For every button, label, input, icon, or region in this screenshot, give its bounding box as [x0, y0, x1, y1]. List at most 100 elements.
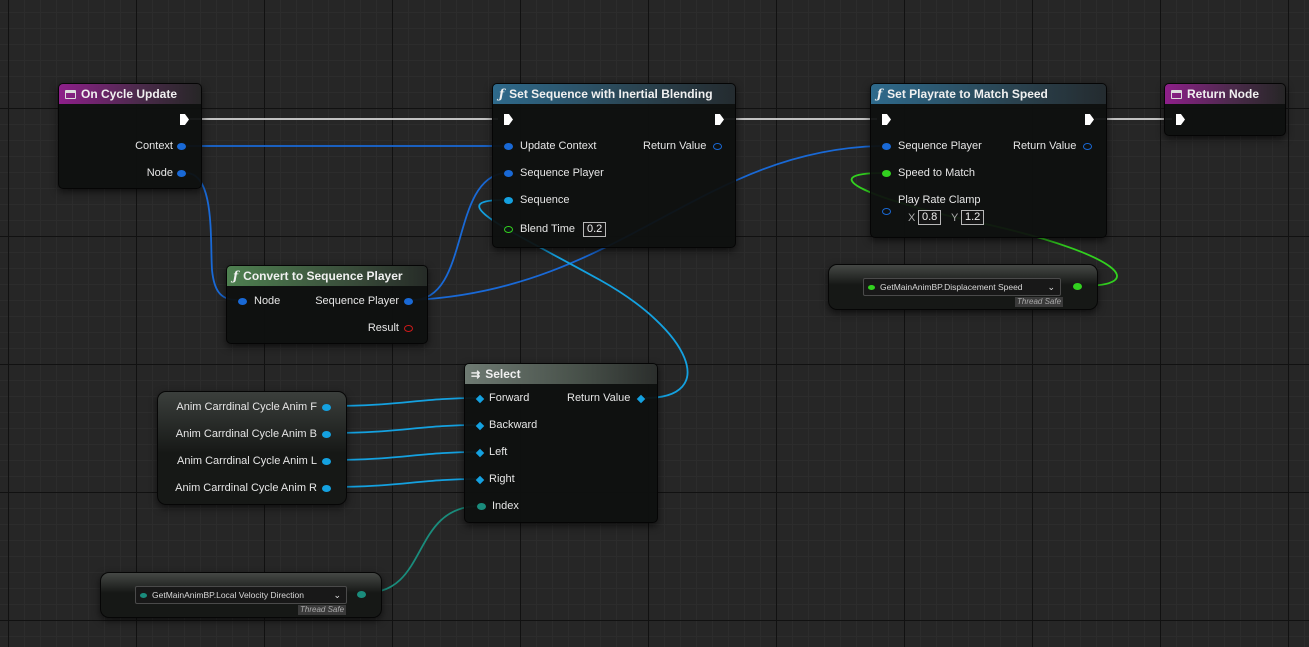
event-icon — [1171, 89, 1182, 99]
exec-in-pin[interactable] — [1176, 114, 1185, 125]
forward-pin[interactable] — [475, 394, 485, 404]
sequence-player-out-pin[interactable] — [404, 298, 413, 305]
exec-out-pin[interactable] — [180, 114, 189, 125]
select-icon: ⇉ — [471, 368, 481, 381]
sequence-player-pin[interactable] — [504, 170, 513, 177]
displacement-speed-label: GetMainAnimBP.Displacement Speed — [880, 282, 1023, 292]
clamp-y-input[interactable]: 1.2 — [961, 210, 985, 225]
update-context-label: Update Context — [520, 140, 597, 152]
sequence-player-pin[interactable] — [882, 143, 891, 150]
blend-time-pin[interactable] — [504, 226, 513, 233]
play-rate-clamp-pin[interactable] — [882, 208, 891, 215]
anim-r-wire — [330, 478, 480, 488]
backward-label: Backward — [489, 419, 538, 431]
sequence-player-label: Sequence Player — [315, 295, 399, 307]
thread-safe-badge: Thread Safe — [1015, 297, 1064, 307]
function-icon: ƒ — [877, 87, 883, 101]
index-wire — [364, 505, 481, 594]
convert-title: Convert to Sequence Player — [243, 269, 403, 283]
forward-label: Forward — [489, 392, 530, 404]
right-pin[interactable] — [475, 475, 485, 485]
return-node[interactable]: Return Node — [1164, 83, 1286, 136]
return-node-header[interactable]: Return Node — [1165, 84, 1285, 104]
exec-out-pin[interactable] — [1085, 114, 1094, 125]
result-pin[interactable] — [404, 325, 413, 332]
play-rate-clamp-label: Play Rate Clamp — [898, 194, 981, 206]
node-out-pin[interactable] — [177, 170, 186, 177]
return-value-pin[interactable] — [1083, 143, 1092, 150]
anim-var-f-label: Anim Carrdinal Cycle Anim F — [176, 401, 317, 413]
clamp-y-label: Y — [951, 212, 959, 224]
displacement-speed-out-pin[interactable] — [1073, 283, 1082, 290]
node-label: Node — [254, 295, 281, 307]
context-label: Context — [135, 140, 173, 152]
exec-in-pin[interactable] — [504, 114, 513, 125]
anim-variables-node[interactable]: Anim Carrdinal Cycle Anim F Anim Carrdin… — [157, 391, 347, 505]
thread-safe-badge: Thread Safe — [298, 605, 347, 615]
right-label: Right — [489, 473, 515, 485]
node-in-pin[interactable] — [238, 298, 247, 305]
index-label: Index — [492, 500, 519, 512]
anim-var-r-label: Anim Carrdinal Cycle Anim R — [175, 482, 317, 494]
return-value-pin[interactable] — [713, 143, 722, 150]
anim-l-wire — [330, 451, 480, 461]
return-value-label: Return Value — [643, 140, 707, 152]
event-icon — [65, 89, 76, 99]
convert-header[interactable]: ƒ Convert to Sequence Player — [227, 266, 427, 286]
convert-to-sequence-player-node[interactable]: ƒ Convert to Sequence Player Node Sequen… — [226, 265, 428, 344]
set-playrate-title: Set Playrate to Match Speed — [887, 87, 1048, 101]
sequence-pin[interactable] — [504, 197, 513, 204]
left-pin[interactable] — [475, 448, 485, 458]
anim-var-b-pin[interactable] — [322, 431, 331, 438]
anim-b-wire — [330, 424, 480, 434]
on-cycle-update-title: On Cycle Update — [81, 87, 178, 101]
anim-f-wire — [330, 397, 480, 407]
node-label: Node — [146, 167, 173, 179]
anim-var-b-label: Anim Carrdinal Cycle Anim B — [175, 428, 317, 440]
anim-var-f-pin[interactable] — [322, 404, 331, 411]
velocity-direction-getter[interactable]: GetMainAnimBP.Local Velocity Direction ⌄… — [100, 572, 382, 618]
index-pin[interactable] — [477, 503, 486, 510]
return-value-label: Return Value — [567, 392, 631, 404]
chevron-down-icon: ⌄ — [333, 589, 341, 600]
set-playrate-node[interactable]: ƒ Set Playrate to Match Speed Sequence P… — [870, 83, 1107, 238]
velocity-direction-label: GetMainAnimBP.Local Velocity Direction — [152, 590, 304, 600]
velocity-direction-dropdown[interactable]: GetMainAnimBP.Local Velocity Direction ⌄ — [135, 586, 347, 604]
exec-out-pin[interactable] — [715, 114, 724, 125]
update-context-pin[interactable] — [504, 143, 513, 150]
displacement-speed-dropdown[interactable]: GetMainAnimBP.Displacement Speed ⌄ — [863, 278, 1061, 296]
speed-to-match-pin[interactable] — [882, 170, 891, 177]
chevron-down-icon: ⌄ — [1047, 281, 1055, 292]
return-value-pin[interactable] — [636, 394, 646, 404]
displacement-speed-getter[interactable]: GetMainAnimBP.Displacement Speed ⌄ Threa… — [828, 264, 1098, 310]
context-out-pin[interactable] — [177, 143, 186, 150]
float-type-dot — [868, 284, 875, 290]
function-icon: ƒ — [499, 87, 505, 101]
set-sequence-title: Set Sequence with Inertial Blending — [509, 87, 713, 101]
select-header[interactable]: ⇉ Select — [465, 364, 657, 384]
speed-to-match-label: Speed to Match — [898, 167, 976, 179]
left-label: Left — [489, 446, 508, 458]
set-sequence-node[interactable]: ƒ Set Sequence with Inertial Blending Up… — [492, 83, 736, 248]
set-playrate-header[interactable]: ƒ Set Playrate to Match Speed — [871, 84, 1106, 104]
set-sequence-header[interactable]: ƒ Set Sequence with Inertial Blending — [493, 84, 735, 104]
anim-var-r-pin[interactable] — [322, 485, 331, 492]
blend-time-label: Blend Time — [520, 223, 576, 235]
anim-var-l-pin[interactable] — [322, 458, 331, 465]
sequence-player-label: Sequence Player — [898, 140, 982, 152]
velocity-direction-out-pin[interactable] — [357, 591, 366, 598]
on-cycle-update-header[interactable]: On Cycle Update — [59, 84, 201, 104]
select-title: Select — [485, 367, 521, 381]
backward-pin[interactable] — [475, 421, 485, 431]
blend-time-input[interactable]: 0.2 — [583, 222, 607, 237]
clamp-x-label: X — [908, 212, 916, 224]
exec-in-pin[interactable] — [882, 114, 891, 125]
sequence-player-label: Sequence Player — [520, 167, 604, 179]
return-value-label: Return Value — [1013, 140, 1077, 152]
function-icon: ƒ — [233, 269, 239, 283]
clamp-x-input[interactable]: 0.8 — [918, 210, 942, 225]
select-node[interactable]: ⇉ Select Forward Return Value Backward L… — [464, 363, 658, 523]
anim-var-l-label: Anim Carrdinal Cycle Anim L — [177, 455, 317, 467]
enum-type-dot — [140, 592, 147, 598]
on-cycle-update-node[interactable]: On Cycle Update Context Node — [58, 83, 202, 189]
